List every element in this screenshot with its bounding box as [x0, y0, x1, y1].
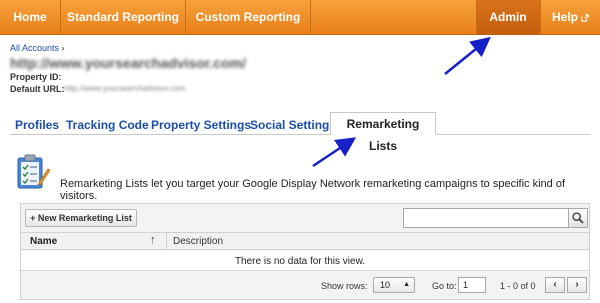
column-header-name[interactable]: Name [30, 236, 57, 247]
nav-divider [476, 0, 477, 35]
tab-property-settings[interactable]: Property Settings [151, 118, 251, 132]
table-header [21, 232, 589, 250]
nav-custom-reporting[interactable]: Custom Reporting [186, 0, 310, 35]
annotation-arrow-admin [444, 36, 491, 75]
table-search-input[interactable] [403, 208, 569, 228]
tab-profiles[interactable]: Profiles [15, 118, 59, 132]
remarketing-info-text: Remarketing Lists let you target your Go… [60, 178, 566, 202]
nav-home[interactable]: Home [0, 0, 60, 35]
column-divider [166, 233, 167, 249]
tab-remarketing-lists[interactable]: Remarketing Lists [330, 112, 436, 153]
tabs-baseline [10, 134, 590, 135]
empty-table-message: There is no data for this view. [234, 256, 366, 267]
sort-ascending-icon[interactable]: ↑ [150, 234, 156, 246]
page-range-text: 1 - 0 of 0 [500, 281, 536, 291]
chevron-updown-icon: ▲ [403, 281, 410, 288]
tab-tracking-code[interactable]: Tracking Code [66, 118, 149, 132]
nav-divider [310, 0, 311, 35]
property-url-blurred: http://www.yoursearchadvisor.com/ [10, 55, 246, 71]
clipboard-checklist-icon [17, 154, 51, 189]
breadcrumb: All Accounts › [10, 43, 65, 53]
previous-page-button[interactable]: ‹ [545, 277, 565, 293]
nav-standard-reporting[interactable]: Standard Reporting [61, 0, 185, 35]
tab-social-settings[interactable]: Social Settings [250, 118, 336, 132]
breadcrumb-separator: › [61, 43, 65, 53]
breadcrumb-all-accounts[interactable]: All Accounts [10, 43, 59, 53]
default-url-value-blurred: http://www.yoursearchadvisor.com [64, 84, 186, 93]
goto-label: Go to: [432, 281, 457, 291]
rows-per-page-select[interactable]: 10 ▲ [373, 277, 415, 293]
nav-help-label: Help [551, 10, 578, 24]
external-link-icon [581, 14, 589, 22]
annotation-arrow-remarketing [312, 137, 357, 168]
next-page-button[interactable]: › [567, 277, 587, 293]
new-remarketing-list-button[interactable]: + New Remarketing List [25, 209, 137, 227]
rows-per-page-value: 10 [380, 280, 391, 290]
nav-help[interactable]: Help [541, 0, 600, 35]
property-id-label: Property ID: [10, 72, 62, 82]
column-header-description[interactable]: Description [173, 236, 223, 247]
nav-admin[interactable]: Admin [476, 0, 540, 35]
goto-page-input[interactable]: 1 [458, 277, 486, 293]
show-rows-label: Show rows: [321, 281, 368, 291]
search-icon [572, 212, 584, 224]
search-button[interactable] [568, 208, 588, 228]
default-url-label: Default URL: [10, 84, 65, 94]
